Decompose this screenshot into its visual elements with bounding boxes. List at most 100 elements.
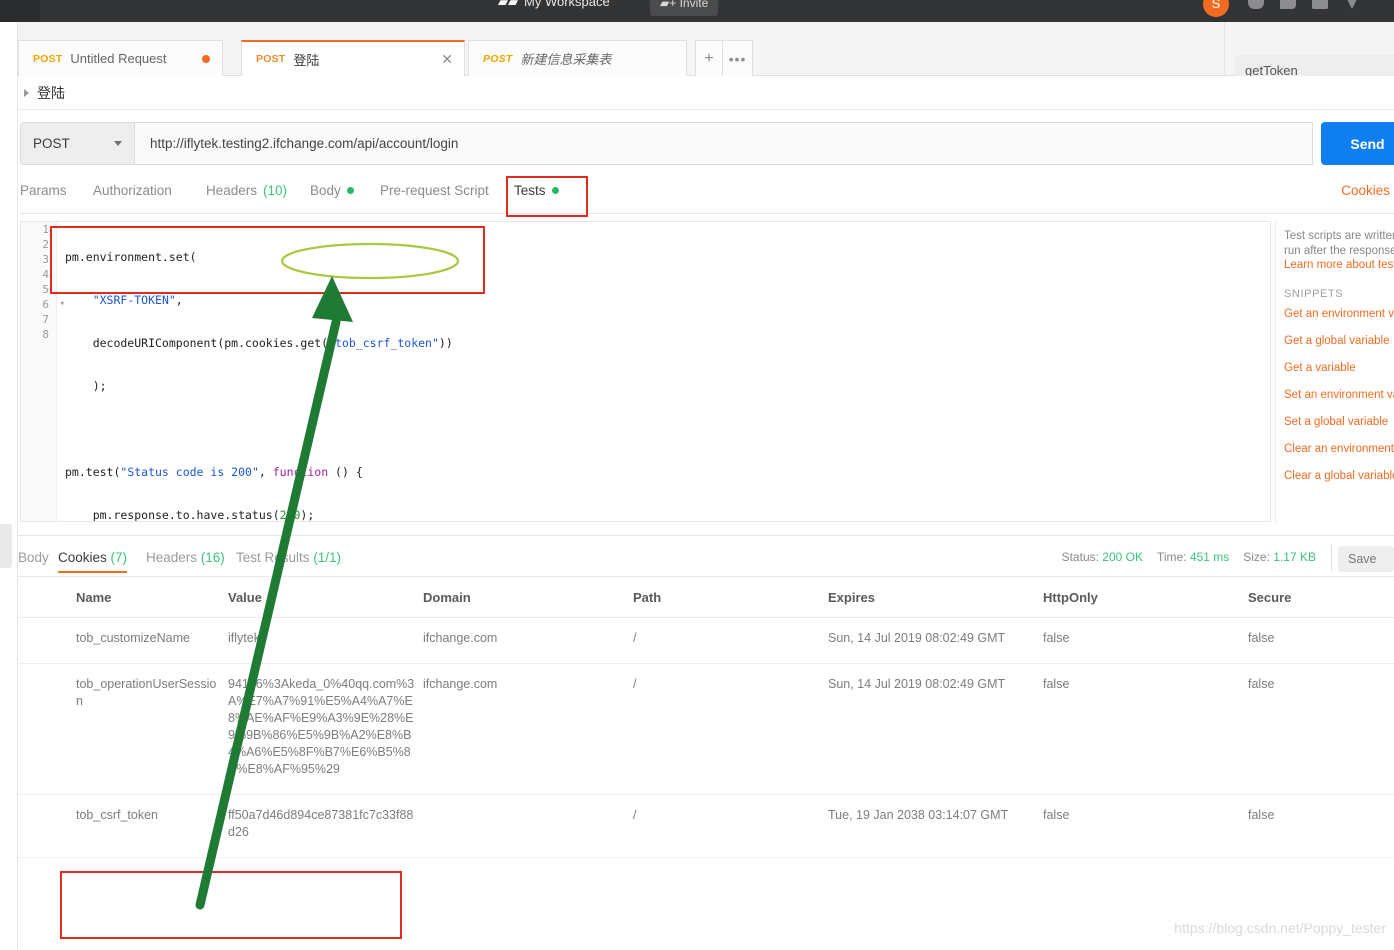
tab-more-button[interactable]: ••• [723,40,753,76]
code-line-6: pm.test("Status code is 200", function (… [65,465,363,479]
new-tab-button[interactable]: + [695,40,723,76]
line-number: 6 [42,298,49,311]
page-title: 登陆 [37,84,65,101]
sidebar-expand-handle[interactable] [0,524,12,568]
unsaved-dot-icon [202,54,210,63]
workspace-selector[interactable]: ▰▰ My Workspace [498,0,610,10]
cell-name: tob_operationUserSession [18,663,228,795]
table-row[interactable]: tob_operationUserSession 94176%3Akeda_0%… [18,663,1394,795]
tab-label: Body [310,183,341,198]
watermark-text: https://blog.csdn.net/Poppy_tester [1174,920,1386,936]
table-header-row: Name Value Domain Path Expires HttpOnly … [18,578,1394,618]
status-dot-icon [551,187,559,194]
tab-body[interactable]: Body [310,183,354,198]
tab-strip: POST Untitled Request POST 登陆 ✕ POST 新建信… [0,22,1394,85]
tab-label: Pre-request Script [380,183,489,198]
cell-path: / [633,617,828,664]
snippet-set-global-variable[interactable]: Set a global variable [1284,416,1394,428]
tab-strip-separator [1224,22,1225,76]
cookies-table: Name Value Domain Path Expires HttpOnly … [18,578,1394,858]
cell-domain: ifchange.com [423,663,633,795]
chevron-down-icon [114,141,122,146]
request-tab-denglu[interactable]: POST 登陆 ✕ [241,40,465,76]
tab-tests[interactable]: Tests [514,183,559,198]
send-button[interactable]: Send [1321,122,1394,165]
cell-name: tob_csrf_token [18,794,228,858]
cell-expires: Tue, 19 Jan 2038 03:14:07 GMT [828,794,1043,858]
editor-gutter: 1 2 3 4 5 6 ▾ 7 8 [21,222,65,521]
code-line-7: pm.response.to.have.status(200); [65,508,315,522]
invite-label: Invite [679,0,709,10]
column-header-path: Path [633,578,828,618]
tab-count: (16) [200,550,225,565]
url-value: http://iflytek.testing2.ifchange.com/api… [150,136,459,151]
meta-separator [1331,545,1332,571]
top-bar: ▰▰ My Workspace ▰+ Invite S [0,0,1394,22]
chevron-down-icon[interactable] [1344,0,1360,9]
cookies-link[interactable]: Cookies [1341,183,1390,198]
time-value: 451 ms [1189,550,1230,564]
column-header-name: Name [18,578,228,618]
line-number-foldable[interactable]: 6 ▾ [21,297,65,312]
time-label: Time: [1157,550,1187,564]
http-method-value: POST [33,136,70,151]
tab-prerequest-script[interactable]: Pre-request Script [380,183,489,198]
status-dot-icon [346,187,354,194]
request-tab-xinjian[interactable]: POST 新建信息采集表 [468,40,687,76]
cell-expires: Sun, 14 Jul 2019 08:02:49 GMT [828,663,1043,795]
url-input[interactable]: http://iflytek.testing2.ifchange.com/api… [135,122,1313,165]
column-header-httponly: HttpOnly [1043,578,1248,618]
tab-method-label: POST [33,52,63,65]
snippets-panel: Test scripts are written i run after the… [1275,221,1394,522]
size-badge: Size: 1.17 KB [1243,550,1316,564]
tests-code-editor[interactable]: 1 2 3 4 5 6 ▾ 7 8 pm.environment.set( "X… [20,221,1271,522]
invite-button[interactable]: ▰+ Invite [650,0,719,16]
response-tab-headers[interactable]: Headers (16) [146,550,225,565]
http-method-select[interactable]: POST [20,122,135,165]
snippet-get-global-variable[interactable]: Get a global variable [1284,335,1394,347]
cell-secure: false [1248,617,1394,664]
tab-label: Tests [514,183,546,198]
tab-headers[interactable]: Headers (10) [206,183,287,198]
snippet-clear-global-variable[interactable]: Clear a global variable [1284,470,1394,482]
user-icon[interactable] [1248,0,1264,9]
cell-path: / [633,663,828,795]
snippet-get-variable[interactable]: Get a variable [1284,362,1394,374]
tab-params[interactable]: Params [20,183,67,198]
cell-domain [423,794,633,858]
cell-secure: false [1248,663,1394,795]
url-bar: POST http://iflytek.testing2.ifchange.co… [20,122,1394,166]
request-tab-untitled[interactable]: POST Untitled Request [18,40,223,76]
postman-window: ▰▰ My Workspace ▰+ Invite S POST Untitled… [0,0,1394,950]
learn-more-link[interactable]: Learn more about tests [1284,259,1394,271]
response-tab-body[interactable]: Body [18,550,49,565]
time-badge: Time: 451 ms [1157,550,1229,564]
chevron-right-icon [24,88,29,97]
tab-method-label: POST [256,53,286,65]
table-row[interactable]: tob_customizeName iflytek ifchange.com /… [18,617,1394,664]
line-number: 8 [42,328,49,341]
cell-expires: Sun, 14 Jul 2019 08:02:49 GMT [828,617,1043,664]
tab-label: Cookies [58,550,107,565]
request-breadcrumb[interactable]: 登陆 [18,76,1394,110]
line-number: 3 [42,253,49,266]
tab-label: Headers [206,183,258,198]
response-tab-cookies[interactable]: Cookies (7) [58,550,128,573]
grid-icon: ▰▰ [498,0,518,9]
snippets-heading: SNIPPETS [1284,288,1344,300]
close-icon[interactable]: ✕ [441,52,453,66]
tab-title-label: Untitled Request [70,51,167,66]
tab-authorization[interactable]: Authorization [93,183,172,198]
avatar[interactable]: S [1203,0,1229,17]
table-row[interactable]: tob_csrf_token ff50a7d46d894ce87381fc7c3… [18,794,1394,858]
save-response-button[interactable]: Save [1338,546,1394,572]
cell-httponly: false [1043,794,1248,858]
editor-content[interactable]: pm.environment.set( "XSRF-TOKEN", decode… [57,222,1270,522]
bell-icon[interactable] [1312,0,1328,9]
code-line-4: ); [65,379,107,393]
snippet-get-environment-variable[interactable]: Get an environment var [1284,308,1394,320]
chat-icon[interactable] [1280,0,1296,9]
snippet-clear-environment-variable[interactable]: Clear an environment va [1284,443,1394,455]
snippet-set-environment-variable[interactable]: Set an environment vari [1284,389,1394,401]
response-tab-test-results[interactable]: Test Results (1/1) [236,550,341,565]
